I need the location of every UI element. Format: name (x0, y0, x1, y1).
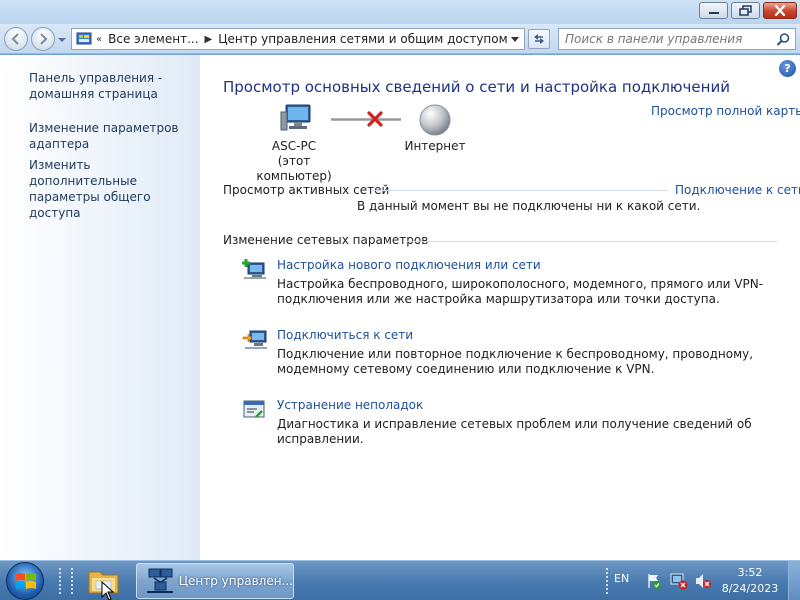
tray-grip[interactable] (605, 567, 609, 595)
address-bar[interactable]: « Все элемент... ▶ Центр управления сетя… (71, 28, 525, 50)
search-input[interactable] (559, 29, 769, 49)
search-icon[interactable] (776, 32, 791, 47)
tasks-sidebar: Панель управления - домашняя страница Из… (0, 55, 200, 560)
show-desktop-button[interactable] (788, 561, 800, 600)
refresh-icon (534, 34, 544, 44)
troubleshoot-icon (243, 400, 265, 418)
task-connect-network-description: Подключение или повторное подключение к … (277, 347, 754, 376)
volume-muted-icon[interactable] (694, 572, 712, 590)
connect-network-icon (242, 330, 267, 349)
forward-button[interactable] (31, 27, 55, 51)
control-panel-icon (76, 32, 92, 45)
network-disconnected-tray-icon[interactable] (670, 572, 688, 590)
system-clock[interactable]: 3:52 8/24/2023 (718, 565, 782, 597)
breadcrumb-overflow-icon[interactable]: « (94, 34, 104, 45)
task-new-connection-link[interactable]: Настройка нового подключения или сети (277, 258, 541, 272)
language-indicator[interactable]: EN (614, 572, 629, 585)
computer-name: ASC-PC (271, 139, 317, 153)
sidebar-link-control-panel-home[interactable]: Панель управления - домашняя страница (29, 70, 197, 102)
windows-logo-icon (16, 573, 36, 589)
divider (372, 190, 668, 191)
sidebar-link-advanced-sharing-settings[interactable]: Изменить дополнительные параметры общего… (29, 157, 197, 221)
clock-time: 3:52 (737, 566, 763, 579)
task-troubleshoot-link[interactable]: Устранение неполадок (277, 398, 423, 412)
computer-name-label: ASC-PC (этот компьютер) (244, 139, 344, 184)
taskbar: Центр управлен... EN 3:52 8/24/2023 (0, 560, 800, 600)
help-button[interactable]: ? (779, 60, 796, 77)
maximize-button[interactable] (731, 2, 760, 19)
close-icon (774, 5, 786, 16)
taskbar-network-center-label: Центр управлен... (178, 574, 293, 588)
refresh-button[interactable] (528, 29, 550, 49)
page-title: Просмотр основных сведений о сети и наст… (223, 78, 730, 96)
action-center-flag-icon[interactable] (645, 572, 663, 590)
forward-arrow-icon (40, 33, 48, 45)
main-content: ? Просмотр основных сведений о сети и на… (200, 55, 800, 560)
minimize-icon (708, 11, 719, 14)
sidebar-link-change-adapter-settings[interactable]: Изменение параметров адаптера (29, 120, 197, 152)
start-button[interactable] (6, 562, 44, 600)
minimize-button[interactable] (699, 2, 728, 19)
new-connection-icon (242, 259, 266, 279)
computer-icon[interactable] (280, 103, 314, 133)
breadcrumb-network-center[interactable]: Центр управления сетями и общим доступом (214, 32, 511, 46)
restore-icon (738, 5, 752, 16)
clock-date: 8/24/2023 (721, 582, 779, 595)
help-icon: ? (784, 62, 791, 75)
navigation-bar: « Все элемент... ▶ Центр управления сетя… (0, 24, 800, 54)
connect-to-network-link[interactable]: Подключение к сети (675, 183, 800, 197)
address-dropdown-icon[interactable] (511, 36, 520, 43)
back-arrow-icon (11, 33, 19, 45)
taskbar-network-center-button[interactable]: Центр управлен... (136, 563, 294, 599)
computer-caption: (этот компьютер) (256, 154, 332, 183)
network-center-icon (147, 568, 173, 593)
task-new-connection-description: Настройка беспроводного, широкополосного… (277, 277, 764, 306)
taskbar-grip[interactable] (58, 567, 62, 595)
not-connected-message: В данный момент вы не подключены ни к ка… (357, 199, 701, 213)
disconnected-x-icon[interactable] (366, 111, 384, 127)
breadcrumb-all-items[interactable]: Все элемент... (104, 32, 202, 46)
search-box[interactable] (558, 28, 796, 50)
breadcrumb-separator-icon[interactable]: ▶ (203, 34, 215, 45)
internet-globe-icon[interactable] (419, 104, 451, 136)
task-troubleshoot-description: Диагностика и исправление сетевых пробле… (277, 417, 752, 446)
divider (407, 241, 777, 242)
active-networks-header: Просмотр активных сетей (223, 183, 390, 197)
window-titlebar (0, 0, 800, 24)
taskbar-grip[interactable] (70, 567, 74, 595)
close-button[interactable] (763, 2, 797, 19)
mouse-cursor-icon (101, 581, 115, 600)
task-connect-network-link[interactable]: Подключиться к сети (277, 328, 413, 342)
back-button[interactable] (4, 27, 28, 51)
internet-label: Интернет (404, 139, 466, 153)
recent-pages-dropdown-icon[interactable] (58, 36, 66, 44)
full-map-link[interactable]: Просмотр полной карты (651, 104, 800, 118)
change-settings-header: Изменение сетевых параметров (223, 233, 429, 247)
